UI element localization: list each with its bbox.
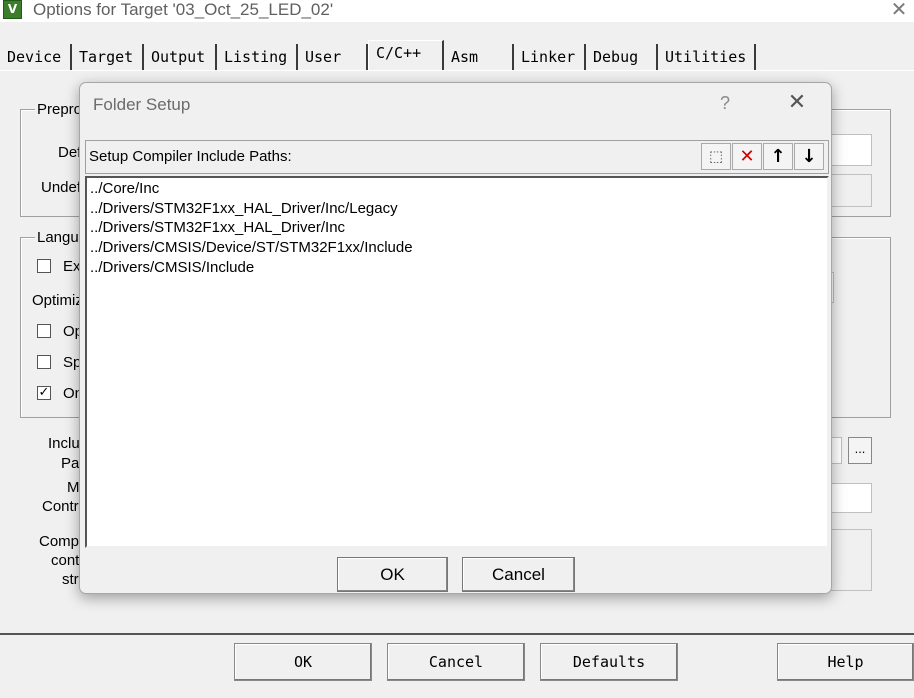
delete-icon[interactable]: ✕ — [732, 143, 762, 170]
define-field[interactable] — [830, 134, 872, 166]
ex-label: Ex — [63, 258, 81, 275]
sp-checkbox[interactable] — [37, 355, 51, 369]
window-titlebar: V Options for Target '03_Oct_25_LED_02' … — [0, 0, 914, 22]
help-icon[interactable]: ? — [720, 93, 730, 114]
defaults-button[interactable]: Defaults — [540, 643, 678, 681]
tab-debug[interactable]: Debug — [586, 44, 658, 71]
preprocessor-group-label: Prepro — [35, 101, 85, 118]
list-item[interactable]: ../Drivers/STM32F1xx_HAL_Driver/Inc — [90, 218, 345, 237]
misc-controls-label-1: M — [67, 479, 80, 496]
list-item[interactable]: ../Core/Inc — [90, 179, 159, 198]
compiler-control-label-1: Comp — [39, 533, 80, 550]
list-item[interactable]: ../Drivers/STM32F1xx_HAL_Driver/Inc/Lega… — [90, 199, 398, 218]
tab-listing[interactable]: Listing — [217, 44, 298, 71]
tab-asm[interactable]: Asm — [444, 44, 514, 71]
tab-target[interactable]: Target — [72, 44, 144, 71]
list-item[interactable]: ../Drivers/CMSIS/Include — [90, 258, 254, 277]
tab-device[interactable]: Device — [0, 44, 72, 71]
op-checkbox[interactable] — [37, 324, 51, 338]
include-paths-header: Setup Compiler Include Paths: ⬚ ✕ ↑ ↓ — [85, 140, 829, 174]
cancel-button[interactable]: Cancel — [387, 643, 525, 681]
misc-controls-label-2: Contr — [42, 498, 79, 515]
ok-button[interactable]: OK — [234, 643, 372, 681]
keil-app-icon: V — [3, 0, 22, 19]
on-checkbox[interactable]: ✓ — [37, 386, 51, 400]
window-title: Options for Target '03_Oct_25_LED_02' — [33, 0, 334, 19]
dialog-ok-button[interactable]: OK — [337, 557, 448, 592]
compiler-control-string-field — [830, 529, 872, 591]
include-paths-browse-button[interactable]: ... — [848, 437, 872, 464]
dialog-close-icon[interactable]: ✕ — [785, 91, 809, 115]
move-down-icon[interactable]: ↓ — [794, 143, 824, 170]
tab-c-cpp[interactable]: C/C++ — [368, 40, 444, 71]
dialog-cancel-button[interactable]: Cancel — [462, 557, 575, 592]
window-close-icon[interactable]: ✕ — [887, 0, 911, 20]
tab-linker[interactable]: Linker — [514, 44, 586, 71]
undefine-field — [830, 174, 872, 207]
help-button[interactable]: Help — [777, 643, 914, 681]
tab-output[interactable]: Output — [144, 44, 217, 71]
folder-setup-dialog: Folder Setup ? ✕ Setup Compiler Include … — [79, 82, 832, 594]
tab-user[interactable]: User — [298, 44, 368, 71]
language-group-label: Langu — [35, 229, 81, 246]
tab-utilities[interactable]: Utilities — [658, 44, 756, 71]
include-paths-caption: Setup Compiler Include Paths: — [89, 148, 292, 165]
new-folder-icon[interactable]: ⬚ — [701, 143, 731, 170]
dialog-title: Folder Setup — [93, 95, 191, 114]
optimization-label: Optimiz — [32, 292, 83, 309]
compiler-control-label-2: cont — [51, 552, 80, 569]
define-label: Def — [58, 144, 82, 161]
dialog-footer: OK Cancel Defaults Help — [0, 635, 914, 698]
list-item[interactable]: ../Drivers/CMSIS/Device/ST/STM32F1xx/Inc… — [90, 238, 413, 257]
ex-checkbox[interactable] — [37, 259, 51, 273]
move-up-icon[interactable]: ↑ — [763, 143, 793, 170]
undefine-label: Undef — [41, 179, 82, 196]
options-tab-strip: Device Target Output Listing User C/C++ … — [0, 40, 914, 71]
include-paths-list[interactable]: ../Core/Inc ../Drivers/STM32F1xx_HAL_Dri… — [85, 176, 829, 548]
misc-controls-field[interactable] — [830, 483, 872, 513]
include-paths-label-1: Inclu — [48, 435, 80, 452]
